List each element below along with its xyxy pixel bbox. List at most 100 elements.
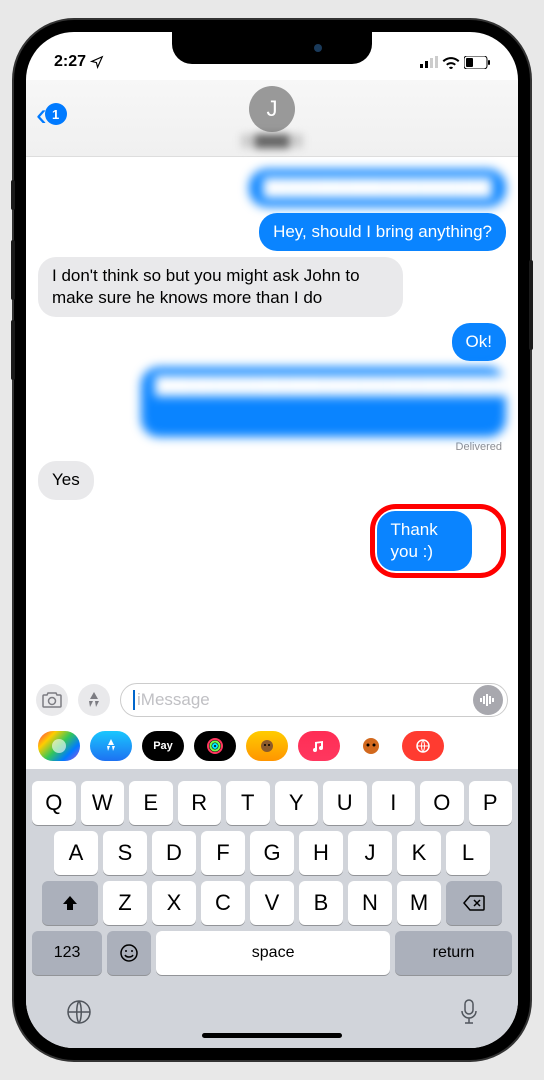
key-u[interactable]: U [323, 781, 367, 825]
keyboard-bottom [30, 981, 514, 1033]
keyboard: QWERTYUIOP ASDFGHJKL ZXCVBNM 123 space r… [26, 769, 518, 1048]
memoji-app-icon[interactable] [246, 731, 288, 761]
wifi-icon [442, 56, 460, 69]
key-v[interactable]: V [250, 881, 294, 925]
key-y[interactable]: Y [275, 781, 319, 825]
message-input[interactable]: iMessage [120, 683, 508, 717]
return-key[interactable]: return [395, 931, 512, 975]
key-m[interactable]: M [397, 881, 441, 925]
phone-frame: 2:27 ‹ 1 J ████ ███████████████████ Hey, … [14, 20, 530, 1060]
avatar: J [249, 86, 295, 132]
input-bar: iMessage [26, 677, 518, 723]
key-a[interactable]: A [54, 831, 98, 875]
music-app-icon[interactable] [298, 731, 340, 761]
key-t[interactable]: T [226, 781, 270, 825]
contact-name: ████ [241, 134, 303, 148]
key-s[interactable]: S [103, 831, 147, 875]
key-z[interactable]: Z [103, 881, 147, 925]
message-row: ███████████████████ [38, 167, 506, 209]
message-row: I don't think so but you might ask John … [38, 255, 506, 319]
key-c[interactable]: C [201, 881, 245, 925]
unread-badge: 1 [45, 103, 67, 125]
photos-app-icon[interactable] [38, 731, 80, 761]
apple-pay-app-icon[interactable]: Pay [142, 731, 184, 761]
message-row: Yes [38, 459, 506, 501]
app-store-icon [84, 690, 104, 710]
key-w[interactable]: W [81, 781, 125, 825]
key-h[interactable]: H [299, 831, 343, 875]
phone-screen: 2:27 ‹ 1 J ████ ███████████████████ Hey, … [26, 32, 518, 1048]
key-l[interactable]: L [446, 831, 490, 875]
key-r[interactable]: R [178, 781, 222, 825]
message-row: Thank you :) [38, 504, 506, 578]
status-right [420, 56, 490, 69]
delivered-label: Delivered [38, 441, 502, 453]
input-placeholder: iMessage [137, 690, 210, 710]
message-bubble-sent[interactable]: Thank you :) [377, 511, 473, 571]
key-o[interactable]: O [420, 781, 464, 825]
keyboard-row-4: 123 space return [32, 931, 512, 975]
message-bubble-received[interactable]: Yes [38, 461, 94, 499]
location-icon [90, 55, 104, 69]
camera-button[interactable] [36, 684, 68, 716]
messages-scroll[interactable]: ███████████████████ Hey, should I bring a… [26, 157, 518, 677]
nav-header: ‹ 1 J ████ [26, 80, 518, 157]
key-i[interactable]: I [372, 781, 416, 825]
key-f[interactable]: F [201, 831, 245, 875]
key-n[interactable]: N [348, 881, 392, 925]
key-j[interactable]: J [348, 831, 392, 875]
cellular-icon [420, 56, 438, 68]
camera-icon [42, 692, 62, 708]
highlight-annotation: Thank you :) [370, 504, 507, 578]
activity-app-icon[interactable] [194, 731, 236, 761]
key-x[interactable]: X [152, 881, 196, 925]
key-b[interactable]: B [299, 881, 343, 925]
text-cursor [133, 690, 135, 710]
key-p[interactable]: P [469, 781, 513, 825]
emoji-key[interactable] [107, 931, 151, 975]
message-row: Hey, should I bring anything? [38, 211, 506, 253]
keyboard-row-1: QWERTYUIOP [32, 781, 512, 825]
appstore-app-icon[interactable] [90, 731, 132, 761]
key-e[interactable]: E [129, 781, 173, 825]
notch [172, 32, 372, 64]
backspace-key[interactable] [446, 881, 502, 925]
mic-icon[interactable] [460, 999, 478, 1025]
emoji-icon [119, 943, 139, 963]
home-indicator[interactable] [202, 1033, 342, 1038]
volume-down [11, 320, 15, 380]
shift-icon [61, 894, 79, 912]
message-bubble-sent[interactable]: Ok! [452, 323, 506, 361]
key-k[interactable]: K [397, 831, 441, 875]
globe-icon[interactable] [66, 999, 92, 1025]
keyboard-row-2: ASDFGHJKL [32, 831, 512, 875]
message-bubble-received[interactable]: I don't think so but you might ask John … [38, 257, 403, 317]
space-key[interactable]: space [156, 931, 390, 975]
contact-header[interactable]: J ████ [38, 86, 506, 148]
power-button [529, 260, 533, 350]
volume-up [11, 240, 15, 300]
numbers-key[interactable]: 123 [32, 931, 102, 975]
message-bubble-sent[interactable]: ███████████████████ [249, 169, 506, 207]
back-button[interactable]: ‹ 1 [36, 98, 67, 130]
key-g[interactable]: G [250, 831, 294, 875]
backspace-icon [463, 895, 485, 911]
message-row: Ok! [38, 321, 506, 363]
battery-icon [464, 56, 490, 69]
app-strip[interactable]: Pay [26, 723, 518, 769]
shift-key[interactable] [42, 881, 98, 925]
mute-switch [11, 180, 15, 210]
app-store-button[interactable] [78, 684, 110, 716]
message-bubble-sent[interactable]: ████████████████████████████████ [141, 367, 506, 437]
message-bubble-sent[interactable]: Hey, should I bring anything? [259, 213, 506, 251]
more-app-icon[interactable] [402, 731, 444, 761]
audio-button[interactable] [473, 685, 503, 715]
status-time: 2:27 [54, 53, 86, 71]
status-left: 2:27 [54, 53, 104, 71]
message-row: ████████████████████████████████ [38, 365, 506, 439]
animoji-app-icon[interactable] [350, 731, 392, 761]
keyboard-row-3: ZXCVBNM [32, 881, 512, 925]
audio-wave-icon [480, 694, 496, 706]
key-q[interactable]: Q [32, 781, 76, 825]
key-d[interactable]: D [152, 831, 196, 875]
